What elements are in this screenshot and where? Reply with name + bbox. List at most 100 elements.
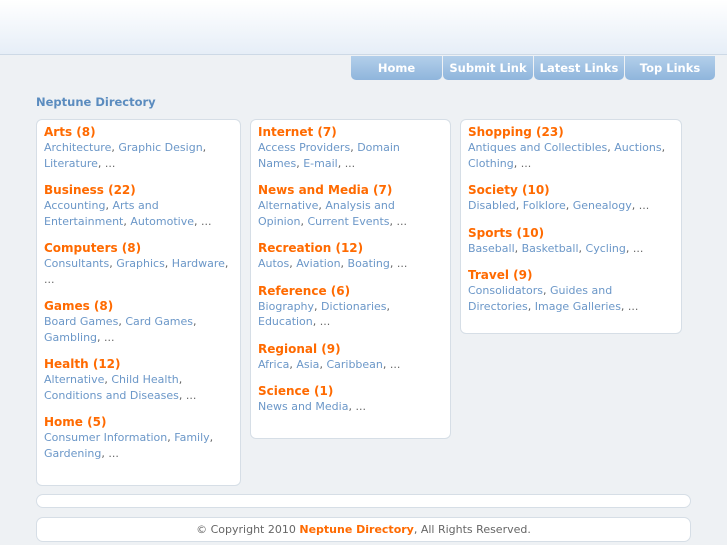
subcategory-list: Antiques and Collectibles, Auctions, Clo… — [468, 140, 675, 171]
category-title-link[interactable]: Regional (9) — [258, 342, 444, 357]
subcategory-link[interactable]: Graphic Design — [118, 141, 202, 154]
subcategory-link[interactable]: Consultants — [44, 257, 109, 270]
category-title-link[interactable]: Reference (6) — [258, 284, 444, 299]
subcategory-link[interactable]: Literature — [44, 157, 98, 170]
category-block: Travel (9) Consolidators, Guides and Dire… — [468, 268, 675, 314]
nav-home[interactable]: Home — [351, 56, 442, 80]
subcategory-link[interactable]: Gambling — [44, 331, 97, 344]
category-title-link[interactable]: Society (10) — [468, 183, 675, 198]
category-column-3: Shopping (23) Antiques and Collectibles, … — [460, 119, 682, 334]
subcategory-link[interactable]: Gardening — [44, 447, 101, 460]
subcategory-link[interactable]: Consolidators — [468, 284, 543, 297]
footer-spacer-bar — [36, 494, 691, 508]
subcategory-link[interactable]: Board Games — [44, 315, 118, 328]
category-title-link[interactable]: Science (1) — [258, 384, 444, 399]
subcategory-link[interactable]: Child Health — [111, 373, 178, 386]
subcategory-link[interactable]: Autos — [258, 257, 289, 270]
category-block: Shopping (23) Antiques and Collectibles, … — [468, 125, 675, 171]
separator: , — [319, 357, 323, 371]
category-block: Computers (8) Consultants, Graphics, Hard… — [44, 241, 234, 287]
subcategory-link[interactable]: Cycling — [586, 242, 626, 255]
subcategory-link[interactable]: Biography — [258, 300, 314, 313]
category-title-link[interactable]: News and Media (7) — [258, 183, 444, 198]
subcategory-link[interactable]: Antiques and Collectibles — [468, 141, 607, 154]
subcategory-link[interactable]: Dictionaries — [321, 300, 386, 313]
subcategory-link[interactable]: Hardware — [172, 257, 225, 270]
separator: , — [337, 156, 342, 170]
category-block: Science (1) News and Media, ... — [258, 384, 444, 415]
copyright-prefix: © Copyright 2010 — [196, 523, 296, 536]
header-banner — [0, 0, 727, 55]
subcategory-link[interactable]: Education — [258, 315, 313, 328]
more-ellipsis: ... — [104, 330, 115, 344]
separator: , — [178, 388, 183, 402]
subcategory-link[interactable]: Consumer Information — [44, 431, 167, 444]
subcategory-link[interactable]: Alternative — [258, 199, 318, 212]
subcategory-link[interactable]: Alternative — [44, 373, 104, 386]
separator: , — [97, 156, 102, 170]
subcategory-link[interactable]: Graphics — [116, 257, 165, 270]
copyright-suffix: , All Rights Reserved. — [413, 523, 531, 536]
category-title-link[interactable]: Games (8) — [44, 299, 234, 314]
more-ellipsis: ... — [185, 388, 197, 402]
category-title-link[interactable]: Internet (7) — [258, 125, 444, 140]
subcategory-link[interactable]: Aviation — [296, 257, 340, 270]
separator: , — [314, 299, 318, 313]
nav-top-links[interactable]: Top Links — [625, 56, 715, 80]
separator: , — [620, 299, 625, 313]
separator: , — [542, 284, 547, 297]
subcategory-list: Accounting, Arts and Entertainment, Auto… — [44, 198, 234, 229]
category-title-link[interactable]: Sports (10) — [468, 226, 675, 241]
separator: , — [565, 199, 570, 212]
category-title-link[interactable]: Arts (8) — [44, 125, 234, 140]
subcategory-link[interactable]: Disabled — [468, 199, 516, 212]
category-title-link[interactable]: Recreation (12) — [258, 241, 444, 256]
subcategory-link[interactable]: Africa — [258, 358, 289, 371]
category-title-link[interactable]: Home (5) — [44, 415, 234, 430]
separator: , — [194, 214, 198, 228]
subcategory-link[interactable]: Card Games — [125, 315, 193, 328]
separator: , — [105, 199, 109, 212]
nav-latest-links[interactable]: Latest Links — [534, 56, 624, 80]
separator: , — [104, 373, 108, 386]
separator: , — [340, 257, 345, 270]
subcategory-link[interactable]: Asia — [296, 358, 319, 371]
subcategory-link[interactable]: Architecture — [44, 141, 111, 154]
subcategory-link[interactable]: Basketball — [522, 242, 579, 255]
subcategory-link[interactable]: Accounting — [44, 199, 105, 212]
separator: , — [607, 141, 611, 154]
subcategory-link[interactable]: Automotive — [130, 215, 194, 228]
subcategory-link[interactable]: Boating — [348, 257, 390, 270]
subcategory-link[interactable]: Family — [174, 431, 209, 444]
subcategory-link[interactable]: Folklore — [523, 199, 566, 212]
separator: , — [209, 431, 214, 444]
footer-brand-link[interactable]: Neptune Directory — [299, 523, 413, 536]
category-title-link[interactable]: Computers (8) — [44, 241, 234, 256]
more-ellipsis: ... — [638, 199, 650, 212]
subcategory-link[interactable]: Current Events — [307, 215, 389, 228]
category-title-link[interactable]: Health (12) — [44, 357, 234, 372]
category-block: Internet (7) Access Providers, Domain Nam… — [258, 125, 444, 171]
nav-submit-link[interactable]: Submit Link — [443, 56, 533, 80]
subcategory-link[interactable]: News and Media — [258, 400, 348, 413]
category-title-link[interactable]: Business (22) — [44, 183, 234, 198]
subcategory-list: Alternative, Analysis and Opinion, Curre… — [258, 198, 444, 229]
subcategory-link[interactable]: Baseball — [468, 242, 515, 255]
category-block: Business (22) Accounting, Arts and Entert… — [44, 183, 234, 229]
subcategory-link[interactable]: Clothing — [468, 157, 514, 170]
separator: , — [296, 156, 300, 170]
more-ellipsis: ... — [104, 156, 116, 170]
category-title-link[interactable]: Shopping (23) — [468, 125, 675, 140]
subcategory-link[interactable]: Auctions — [614, 141, 661, 154]
more-ellipsis: ... — [355, 400, 366, 413]
subcategory-link[interactable]: Image Galleries — [535, 300, 621, 313]
category-block: Regional (9) Africa, Asia, Caribbean, ... — [258, 342, 444, 373]
subcategory-link[interactable]: Conditions and Diseases — [44, 389, 179, 402]
subcategory-link[interactable]: Caribbean — [326, 358, 382, 371]
subcategory-link[interactable]: Genealogy — [573, 199, 632, 212]
separator: , — [312, 315, 317, 328]
separator: , — [348, 400, 352, 413]
category-title-link[interactable]: Travel (9) — [468, 268, 675, 283]
subcategory-link[interactable]: Access Providers — [258, 141, 350, 154]
subcategory-link[interactable]: E-mail — [303, 157, 338, 170]
